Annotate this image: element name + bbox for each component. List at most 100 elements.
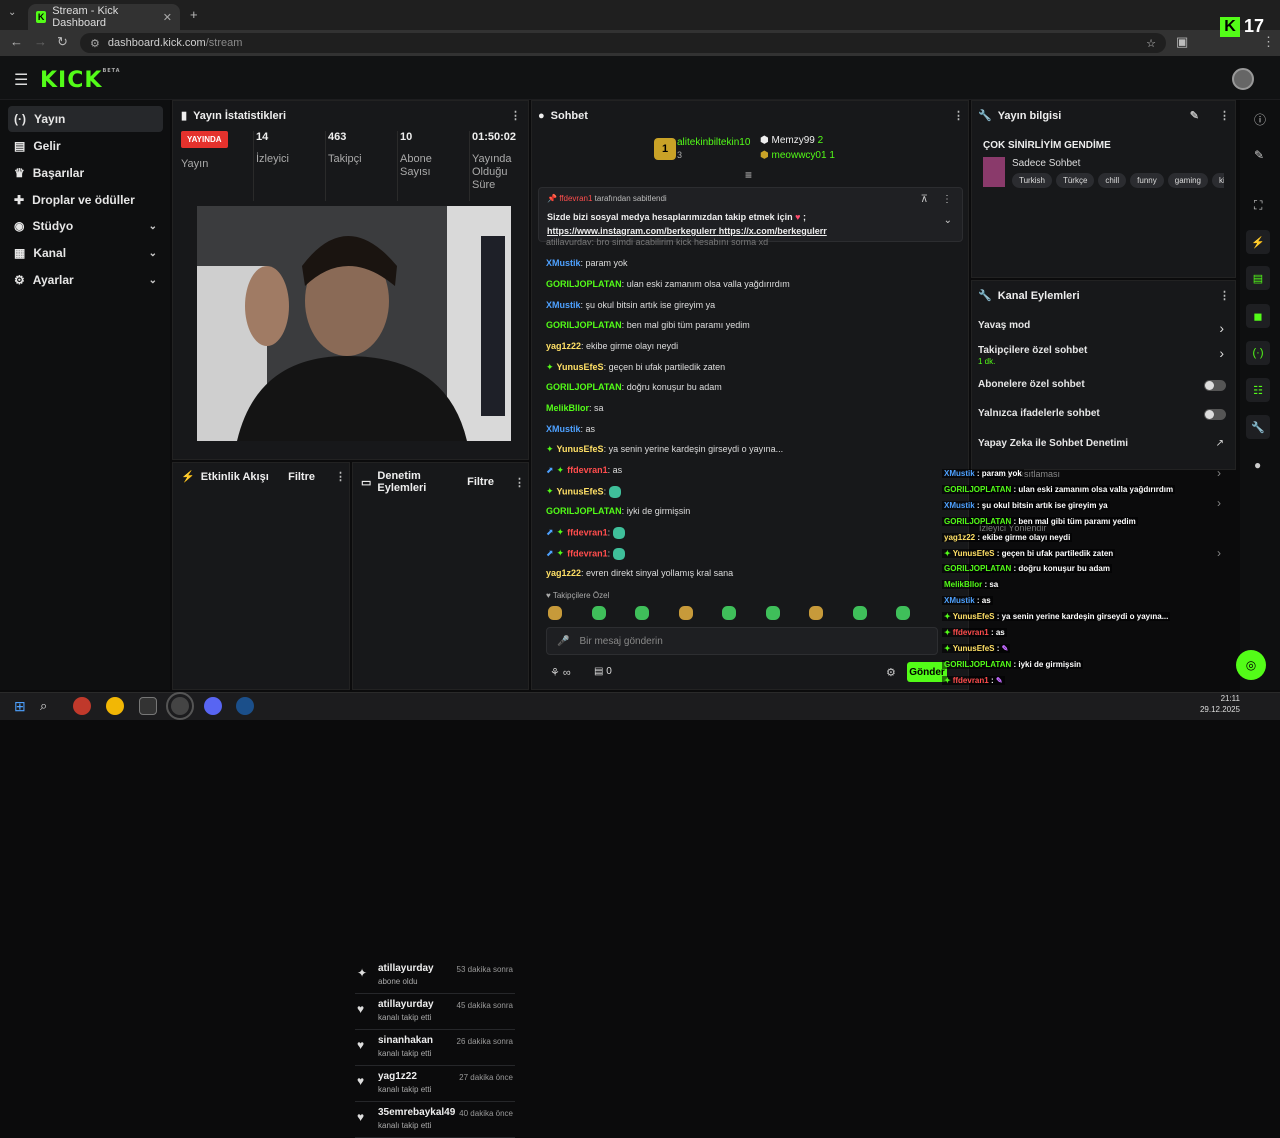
chat-message[interactable]: MelikBllor: sa [546,403,604,413]
sidebar-item-droplar[interactable]: ✚ Droplar ve ödüller [8,187,163,213]
bookmark-star-icon[interactable]: ☆ [1146,37,1156,50]
emote-picker-icon[interactable] [722,606,736,620]
app-icon-red[interactable] [73,697,91,715]
tab-list-icon[interactable]: ⌄ [8,7,16,18]
emote-picker-icon[interactable] [896,606,910,620]
chat-settings-icon[interactable]: ⚙ [886,666,896,679]
forward-icon[interactable]: → [34,34,47,49]
top-gifter-1[interactable]: alitekinbiltekin10 [677,137,750,148]
chat-message[interactable]: XMustik: şu okul bitsin artık ise gireyi… [546,300,715,310]
quick-action-list-icon[interactable]: ▤ [1246,266,1270,290]
chat-username[interactable]: XMustik [546,300,581,310]
channel-action-item[interactable]: Abonelere özel sohbet [978,379,1228,401]
chat-message[interactable]: ⬈ ✦ ffdevran1: as [546,465,622,476]
chat-message[interactable]: ⬈ ✦ ffdevran1: [546,527,625,539]
expand-pinned-icon[interactable]: ⌄ [944,215,952,226]
hamburger-menu-icon[interactable]: ☰ [14,70,28,90]
chat-username[interactable]: ffdevran1 [567,527,608,537]
chat-message[interactable]: ✦ YunusEfeS: [546,486,621,498]
stream-tag[interactable]: funny [1130,173,1164,188]
quick-action-chat-icon[interactable]: ◼ [1246,304,1270,328]
app-icon-dark[interactable] [139,697,157,715]
unpin-icon[interactable]: ⊼ [921,194,928,205]
windows-start-icon[interactable]: ⊞ [14,698,26,715]
sidebar-item-kanal[interactable]: ▦ Kanal ⌄ [8,240,163,266]
channel-action-item[interactable]: Yavaş mod › [978,320,1228,342]
quick-action-settings-icon[interactable]: ☷ [1246,378,1270,402]
channel-action-item[interactable]: Takipçilere özel sohbet 1 dk. › [978,345,1228,367]
sidebar-item-ayarlar[interactable]: ⚙ Ayarlar ⌄ [8,267,163,293]
sidebar-item-yayin[interactable]: (·) Yayın [8,106,163,132]
emote-picker-icon[interactable] [591,606,606,620]
chat-username[interactable]: GORILJOPLATAN [546,320,622,330]
emote-picker-icon[interactable] [809,606,823,620]
pinned-link-x[interactable]: https://x.com/berkegulerr [719,226,827,236]
obs-icon[interactable] [166,692,194,720]
quick-action-broadcast-icon[interactable]: (·) [1246,341,1270,365]
browser-tab[interactable]: K Stream - Kick Dashboard ✕ [28,4,180,30]
user-avatar[interactable] [1232,68,1254,90]
emote-picker-icon[interactable] [635,606,649,620]
more-options-icon[interactable]: ⋮ [1219,109,1230,122]
top-gifter-2[interactable]: ⬢ Memzy99 2 [760,135,823,146]
site-info-icon[interactable]: ⚙ [90,37,100,50]
chat-message[interactable]: ⬈ ✦ ffdevran1: [546,548,625,560]
chat-username[interactable]: ffdevran1 [567,465,608,475]
pinned-options-icon[interactable]: ⋮ [942,194,952,205]
stream-tag[interactable]: Türkçe [1055,173,1095,188]
more-options-icon[interactable]: ⋮ [510,109,521,122]
points-counter[interactable]: ▤ 0 [594,666,612,677]
chat-message[interactable]: yag1z22: evren direkt sinyal yollamış kr… [546,568,733,578]
extensions-icon[interactable]: ▣ [1176,34,1188,50]
emote-picker-icon[interactable] [548,606,562,620]
sidebar-item-gelir[interactable]: ▤ Gelir [8,133,163,159]
chat-username[interactable]: GORILJOPLATAN [546,382,622,392]
chat-message[interactable]: ✦ YunusEfeS: ya senin yerine kardeşin gir… [546,444,783,455]
chat-message[interactable]: yag1z22: ekibe girme olayı neydi [546,341,678,351]
chat-username[interactable]: yag1z22 [546,341,581,351]
reload-icon[interactable]: ↻ [57,34,68,50]
close-tab-icon[interactable]: ✕ [163,11,172,24]
chat-username[interactable]: YunusEfeS [557,444,604,454]
info-icon[interactable]: ⓘ [1254,111,1266,128]
sidebar-item-studyo[interactable]: ◉ Stüdyo ⌄ [8,213,163,239]
channel-points-icon[interactable]: ⚘ ∞ [550,666,571,679]
stream-category[interactable]: Sadece Sohbet [1012,158,1080,169]
collapse-leaderboard-icon[interactable]: ≡ [745,168,752,182]
toggle-switch[interactable] [1204,380,1226,391]
fullscreen-icon[interactable]: ⛶ [1254,198,1262,213]
system-clock[interactable]: 21:11 29.12.2025 [1180,693,1240,715]
filter-button[interactable]: Filtre [467,476,494,488]
more-options-icon[interactable]: ⋮ [514,476,525,489]
chat-username[interactable]: XMustik [546,424,581,434]
chat-username[interactable]: YunusEfeS [557,486,604,496]
chat-username[interactable]: XMustik [546,258,581,268]
steam-icon[interactable] [236,697,254,715]
activity-item[interactable]: ♥ sinanhakan kanalı takip etti 26 dakika so… [355,1032,515,1066]
chat-message[interactable]: GORILJOPLATAN: doğru konuşur bu adam [546,382,722,392]
activity-item[interactable]: ✦ atillayurday abone oldu 53 dakika sonra [355,960,515,994]
emote-picker-icon[interactable] [678,606,693,620]
microphone-icon[interactable]: 🎤 [557,636,569,647]
channel-action-item[interactable]: Yapay Zeka ile Sohbet Denetimi ↗ [978,438,1228,460]
activity-item[interactable]: ♥ atillayurday kanalı takip etti 45 dakika … [355,996,515,1030]
chat-username[interactable]: GORILJOPLATAN [546,506,622,516]
chat-username[interactable]: yag1z22 [546,568,581,578]
more-options-icon[interactable]: ⋮ [1219,289,1230,302]
chat-input[interactable]: 🎤 Bir mesaj gönderin [546,627,938,655]
kick-logo[interactable]: KICKBETA [40,68,121,93]
send-button[interactable]: Gönder [907,662,947,682]
chat-username[interactable]: GORILJOPLATAN [546,279,622,289]
top-gifter-3[interactable]: ⬢ meowwcy01 1 [760,150,835,161]
sidebar-item-basarilar[interactable]: ♛ Başarılar [8,160,163,186]
emote-picker-icon[interactable] [852,606,867,620]
chat-message[interactable]: GORILJOPLATAN: ben mal gibi tüm paramı y… [546,320,750,330]
chat-message[interactable]: XMustik: as [546,424,595,434]
url-bar[interactable]: ⚙ dashboard.kick.com/stream ☆ [80,33,1166,53]
chat-username[interactable]: MelikBllor [546,403,589,413]
discord-icon[interactable] [204,697,222,715]
new-tab-icon[interactable]: + [190,7,198,22]
edit-pencil-icon[interactable]: ✎ [1190,109,1199,122]
search-icon[interactable]: ⌕ [40,698,47,714]
chat-message[interactable]: ✦ YunusEfeS: geçen bi ufak partiledik zat… [546,362,725,373]
